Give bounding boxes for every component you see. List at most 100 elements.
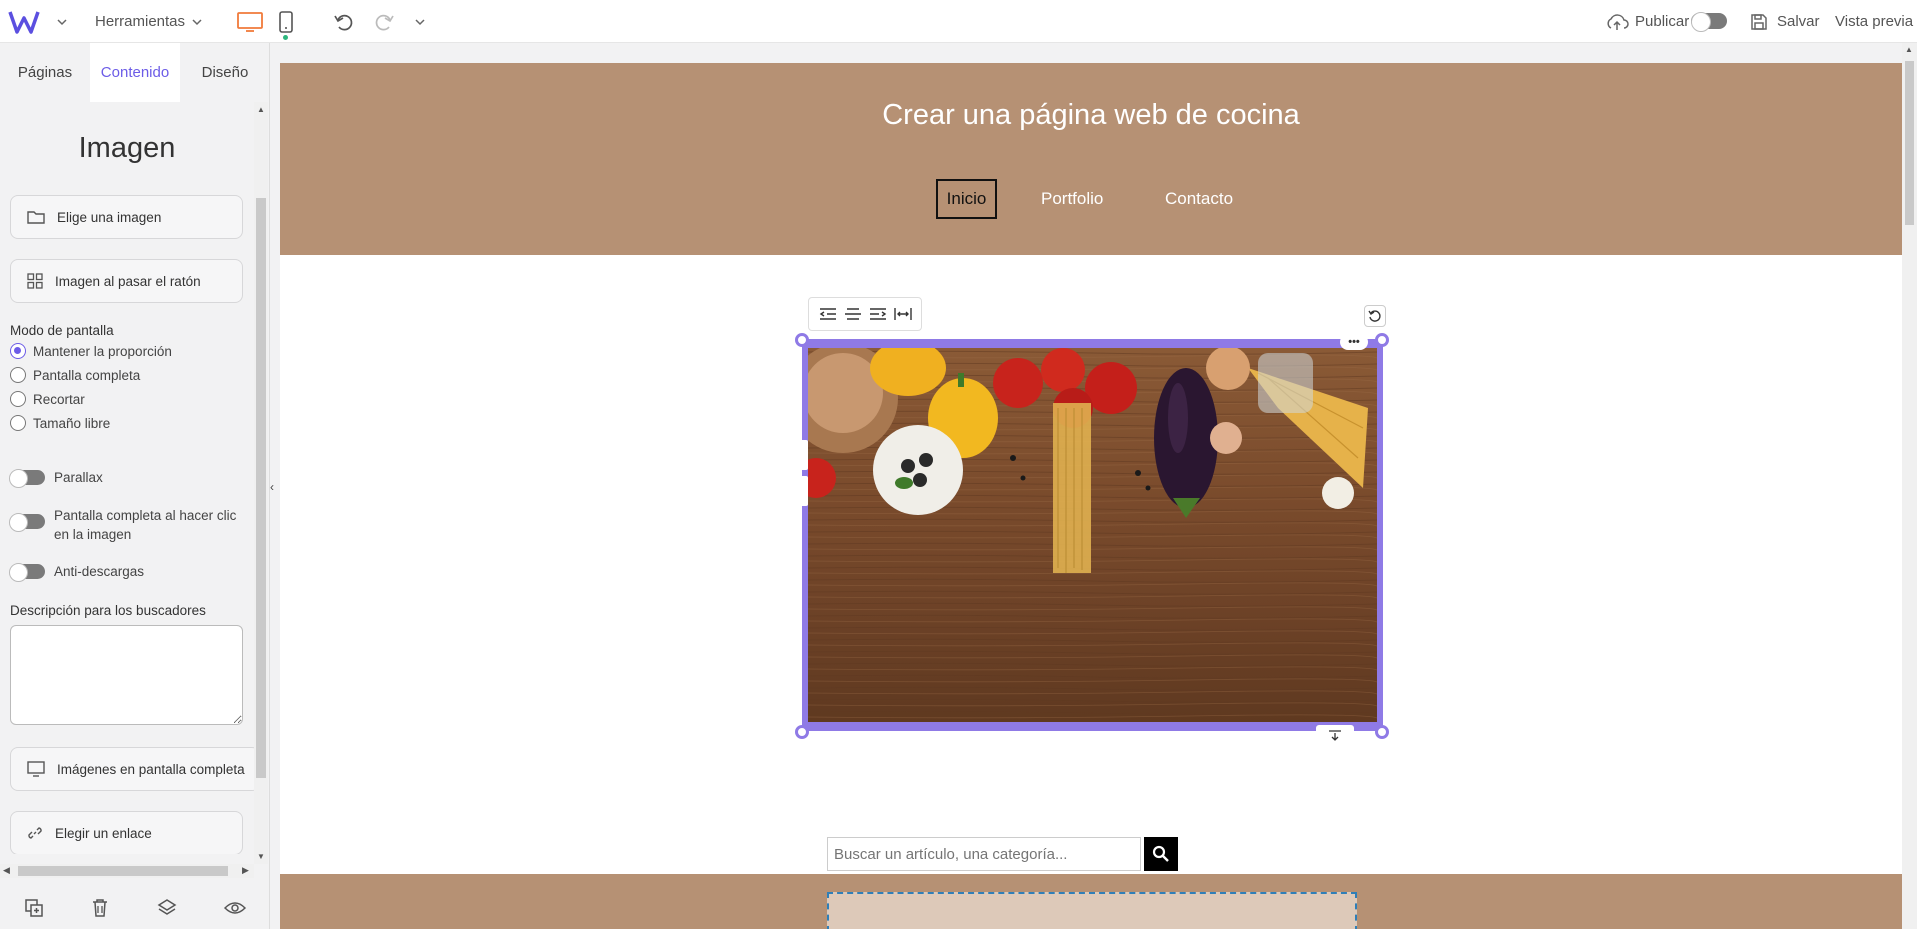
search-input[interactable] <box>827 837 1141 871</box>
search-icon <box>1152 845 1169 862</box>
site-header: Crear una página web de cocina Inicio Po… <box>280 63 1902 255</box>
search-description-textarea[interactable] <box>10 625 243 725</box>
save-label: Salvar <box>1777 13 1820 30</box>
logo-icon[interactable] <box>8 0 40 43</box>
radio-dot <box>10 415 26 431</box>
scrollbar-thumb[interactable] <box>256 198 266 778</box>
scroll-right-icon[interactable]: ▶ <box>242 865 249 876</box>
chevron-down-icon[interactable] <box>414 0 426 43</box>
anti-download-toggle-row: Anti-descargas <box>9 562 145 582</box>
preview-button[interactable]: Vista previa <box>1835 0 1913 43</box>
tools-menu[interactable]: Herramientas <box>95 0 203 43</box>
collapse-sidebar-icon[interactable]: ‹ <box>270 480 280 500</box>
monitor-icon <box>27 761 45 777</box>
folder-icon <box>27 211 45 224</box>
resize-handle-tl[interactable] <box>795 333 809 347</box>
empty-block-dropzone[interactable] <box>827 892 1357 929</box>
scroll-down-icon[interactable]: ▼ <box>257 852 265 861</box>
fullscreen-images-button[interactable]: Imágenes en pantalla completa <box>10 747 254 791</box>
top-bar: Herramientas Publicar Salvar Vista previ… <box>0 0 1917 43</box>
link-icon <box>28 827 42 839</box>
scroll-up-icon[interactable]: ▲ <box>1905 45 1913 54</box>
drag-handle-icon[interactable] <box>796 440 808 470</box>
display-mode-label: Modo de pantalla <box>10 323 114 338</box>
duplicate-icon[interactable] <box>24 898 44 918</box>
fullscreen-images-label: Imágenes en pantalla completa <box>57 761 245 777</box>
choose-link-label: Elegir un enlace <box>55 825 152 841</box>
radio-free-size[interactable]: Tamaño libre <box>10 415 110 431</box>
nav-item-inicio[interactable]: Inicio <box>936 179 997 219</box>
resize-handle-br[interactable] <box>1375 725 1389 739</box>
radio-dot <box>10 391 26 407</box>
parallax-label: Parallax <box>54 470 103 485</box>
sidebar: Páginas Contenido Diseño Imagen Elige un… <box>0 43 270 929</box>
anti-download-toggle[interactable] <box>9 563 45 582</box>
undo-icon[interactable] <box>333 0 355 43</box>
publish-button[interactable]: Publicar <box>1605 0 1689 43</box>
anti-download-label: Anti-descargas <box>54 564 145 579</box>
chevron-down-icon[interactable] <box>56 0 68 43</box>
scroll-up-icon[interactable]: ▲ <box>257 105 265 114</box>
align-center-icon[interactable] <box>844 307 862 321</box>
radio-crop[interactable]: Recortar <box>10 391 85 407</box>
full-width-icon[interactable] <box>893 307 912 321</box>
page-canvas: Crear una página web de cocina Inicio Po… <box>280 63 1902 929</box>
nav-item-portfolio[interactable]: Portfolio <box>1041 179 1103 219</box>
canvas-scrollbar[interactable]: ▲ <box>1902 43 1917 929</box>
parallax-toggle[interactable] <box>9 469 45 488</box>
layers-icon[interactable] <box>157 898 177 918</box>
align-left-icon[interactable] <box>819 307 837 321</box>
fullscreen-click-toggle[interactable] <box>9 513 45 532</box>
choose-image-button[interactable]: Elige una imagen <box>10 195 243 239</box>
scrollbar-thumb[interactable] <box>1905 61 1914 225</box>
fullscreen-click-label: Pantalla completa al hacer clic en la im… <box>54 508 237 542</box>
sidebar-tabs: Páginas Contenido Diseño <box>0 43 270 102</box>
parallax-toggle-row: Parallax <box>9 468 103 488</box>
more-options-icon[interactable]: ••• <box>1340 334 1368 350</box>
selected-image[interactable] <box>802 339 1383 731</box>
save-button[interactable]: Salvar <box>1749 0 1820 43</box>
radio-label: Recortar <box>33 391 85 407</box>
radio-keep-ratio[interactable]: Mantener la proporción <box>10 343 172 359</box>
choose-image-label: Elige una imagen <box>57 209 162 225</box>
desktop-view-icon[interactable] <box>236 0 264 43</box>
cloud-upload-icon <box>1607 13 1629 30</box>
resize-handle-bl[interactable] <box>795 725 809 739</box>
insert-below-icon[interactable] <box>1316 725 1354 745</box>
sidebar-bottom-tools <box>0 886 270 929</box>
food-photo-illustration <box>808 348 1377 722</box>
panel-content: Imagen Elige una imagen Imagen al pasar … <box>0 102 254 854</box>
scroll-left-icon[interactable]: ◀ <box>3 865 10 876</box>
sidebar-hscrollbar[interactable]: ◀ ▶ <box>0 864 254 878</box>
scrollbar-thumb[interactable] <box>18 866 228 876</box>
sidebar-scrollbar[interactable]: ▲ ▼ <box>254 102 268 864</box>
search-button[interactable] <box>1144 837 1178 871</box>
resize-handle-tr[interactable] <box>1375 333 1389 347</box>
drag-handle-icon[interactable] <box>796 476 808 506</box>
radio-label: Mantener la proporción <box>33 343 172 359</box>
publish-toggle[interactable] <box>1691 12 1727 32</box>
trash-icon[interactable] <box>91 898 109 918</box>
publish-label: Publicar <box>1635 13 1690 30</box>
radio-dot <box>10 343 26 359</box>
fullscreen-click-toggle-row: Pantalla completa al hacer clic en la im… <box>9 506 240 544</box>
radio-label: Tamaño libre <box>33 415 111 431</box>
nav-item-contacto[interactable]: Contacto <box>1165 179 1233 219</box>
site-title[interactable]: Crear una página web de cocina <box>280 99 1902 132</box>
tab-content[interactable]: Contenido <box>90 43 180 102</box>
rotate-icon[interactable] <box>1364 305 1386 327</box>
panel-title: Imagen <box>78 132 176 164</box>
eye-icon[interactable] <box>224 900 247 916</box>
hover-image-button[interactable]: Imagen al pasar el ratón <box>10 259 243 303</box>
align-right-icon[interactable] <box>869 307 887 321</box>
redo-icon[interactable] <box>373 0 395 43</box>
save-icon <box>1751 13 1767 30</box>
radio-fullscreen[interactable]: Pantalla completa <box>10 367 140 383</box>
image-align-toolbar <box>808 297 922 331</box>
hover-image-label: Imagen al pasar el ratón <box>55 273 201 289</box>
choose-link-button[interactable]: Elegir un enlace <box>10 811 243 854</box>
radio-label: Pantalla completa <box>33 367 141 383</box>
tab-design[interactable]: Diseño <box>180 43 270 102</box>
tab-pages[interactable]: Páginas <box>0 43 90 102</box>
radio-dot <box>10 367 26 383</box>
